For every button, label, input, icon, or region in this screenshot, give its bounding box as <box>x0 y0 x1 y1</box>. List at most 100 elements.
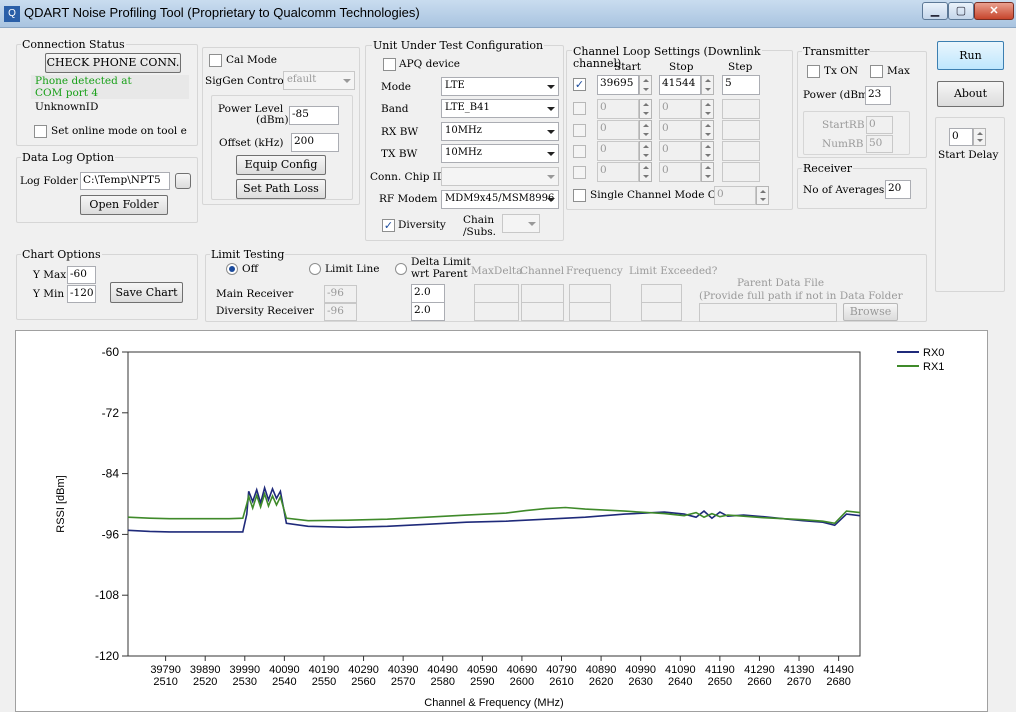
cal-mode-checkbox[interactable] <box>209 54 222 67</box>
x-tick-frequency-label: 2580 <box>430 676 454 688</box>
apq-device-checkbox[interactable] <box>383 58 396 71</box>
about-button[interactable]: About <box>937 81 1004 107</box>
channel-row-3-stop-spinner[interactable] <box>701 120 714 140</box>
main-receiver-delta[interactable]: 2.0 <box>411 284 445 303</box>
delta-limit-radio[interactable] <box>395 263 407 275</box>
x-tick-frequency-label: 2560 <box>351 676 375 688</box>
single-channel-mode-checkbox[interactable] <box>573 189 586 202</box>
channel-row-3-step[interactable] <box>722 120 760 140</box>
y-max-input[interactable]: -60 <box>67 266 96 284</box>
channel-row-4-checkbox[interactable] <box>573 145 586 158</box>
x-tick-channel-label: 40290 <box>348 664 379 676</box>
channel-row-3-stop[interactable]: 0 <box>659 120 701 140</box>
uut-config-title: Unit Under Test Configuration <box>372 39 545 52</box>
minimize-button[interactable]: ▁ <box>922 2 948 20</box>
equip-config-button[interactable]: Equip Config <box>236 155 326 175</box>
rx-bw-dropdown[interactable]: 10MHz <box>441 122 559 141</box>
log-folder-label: Log Folder <box>20 175 78 187</box>
channel-row-2-stop[interactable]: 0 <box>659 99 701 119</box>
channel-row-1-checkbox[interactable]: ✓ <box>573 78 586 91</box>
parent-file-title: Parent Data File <box>737 277 825 289</box>
single-channel-mode-spinner[interactable] <box>756 186 769 205</box>
channel-row-4-step[interactable] <box>722 141 760 161</box>
diversity-checkbox[interactable]: ✓ <box>382 219 395 232</box>
start-rb-input[interactable]: 0 <box>866 116 893 134</box>
save-chart-button[interactable]: Save Chart <box>110 282 183 303</box>
parent-file-input[interactable] <box>699 303 837 322</box>
channel-row-2-start[interactable]: 0 <box>597 99 639 119</box>
limit-line-radio[interactable] <box>309 263 321 275</box>
channel-row-4-start[interactable]: 0 <box>597 141 639 161</box>
tx-power-input[interactable]: 23 <box>865 86 891 105</box>
channel-row-1-start-spinner[interactable] <box>639 75 652 95</box>
tx-on-checkbox[interactable] <box>807 65 820 78</box>
main-receiver-limit[interactable]: -96 <box>324 285 357 303</box>
channel-row-5-checkbox[interactable] <box>573 166 586 179</box>
single-channel-mode-input[interactable]: 0 <box>714 186 756 205</box>
power-level-input[interactable]: -85 <box>289 106 339 125</box>
start-delay-input[interactable]: 0 <box>949 128 973 146</box>
x-tick-channel-label: 41290 <box>744 664 775 676</box>
x-tick-frequency-label: 2600 <box>510 676 534 688</box>
x-tick-channel-label: 40390 <box>388 664 419 676</box>
max-checkbox[interactable] <box>870 65 883 78</box>
averages-input[interactable]: 20 <box>885 180 911 199</box>
apq-device-label: APQ device <box>399 58 460 70</box>
channel-row-5-start-spinner[interactable] <box>639 162 652 182</box>
channel-row-4-start-spinner[interactable] <box>639 141 652 161</box>
channel-row-3-start-spinner[interactable] <box>639 120 652 140</box>
channel-row-1-step[interactable]: 5 <box>722 75 760 95</box>
channel-row-2-step[interactable] <box>722 99 760 119</box>
limit-off-radio[interactable] <box>226 263 238 275</box>
x-tick-frequency-label: 2610 <box>549 676 573 688</box>
open-folder-button[interactable]: Open Folder <box>80 195 168 215</box>
channel-row-2-checkbox[interactable] <box>573 102 586 115</box>
maxdelta-cell-1 <box>474 284 519 303</box>
mode-dropdown[interactable]: LTE <box>441 77 559 96</box>
y-tick-label: -120 <box>95 649 119 663</box>
check-phone-conn-button[interactable]: CHECK PHONE CONN. <box>45 53 181 73</box>
rf-modem-dropdown[interactable]: MDM9x45/MSM8996 <box>441 190 559 209</box>
close-button[interactable]: ✕ <box>974 2 1014 20</box>
x-tick-frequency-label: 2530 <box>233 676 257 688</box>
start-delay-spinner[interactable] <box>973 128 986 146</box>
channel-row-5-start[interactable]: 0 <box>597 162 639 182</box>
y-min-input[interactable]: -120 <box>67 285 96 303</box>
set-path-loss-button[interactable]: Set Path Loss <box>236 179 326 199</box>
band-dropdown[interactable]: LTE_B41 <box>441 99 559 118</box>
diversity-receiver-delta[interactable]: 2.0 <box>411 302 445 321</box>
conn-chip-id-dropdown[interactable] <box>441 167 559 186</box>
log-folder-input[interactable]: C:\Temp\NPT5 <box>80 172 170 190</box>
offset-input[interactable]: 200 <box>291 133 339 152</box>
legend-rx0-label: RX0 <box>923 347 944 359</box>
channel-row-4-stop-spinner[interactable] <box>701 141 714 161</box>
siggen-control-dropdown[interactable]: efault <box>283 71 355 90</box>
x-tick-frequency-label: 2590 <box>470 676 494 688</box>
diversity-receiver-limit[interactable]: -96 <box>324 303 357 321</box>
channel-row-5-stop-spinner[interactable] <box>701 162 714 182</box>
x-tick-channel-label: 39990 <box>229 664 260 676</box>
num-rb-input[interactable]: 50 <box>866 135 893 153</box>
tx-bw-value: 10MHz <box>445 147 482 158</box>
band-label: Band <box>381 103 409 115</box>
maximize-button[interactable]: ▢ <box>948 2 974 20</box>
channel-row-1-stop[interactable]: 41544 <box>659 75 701 95</box>
channel-row-4-stop[interactable]: 0 <box>659 141 701 161</box>
data-log-title: Data Log Option <box>21 151 116 164</box>
channel-row-1-stop-spinner[interactable] <box>701 75 714 95</box>
browse-button[interactable]: Browse <box>843 303 898 321</box>
online-mode-checkbox[interactable] <box>34 125 47 138</box>
channel-row-5-step[interactable] <box>722 162 760 182</box>
com-port-text: COM port 4 <box>35 87 99 99</box>
channel-row-3-start[interactable]: 0 <box>597 120 639 140</box>
channel-row-2-stop-spinner[interactable] <box>701 99 714 119</box>
chain-subs-dropdown[interactable] <box>502 214 540 233</box>
chevron-down-icon <box>547 106 555 111</box>
channel-row-3-checkbox[interactable] <box>573 124 586 137</box>
tx-bw-dropdown[interactable]: 10MHz <box>441 144 559 163</box>
channel-row-1-start[interactable]: 39695 <box>597 75 639 95</box>
channel-row-5-stop[interactable]: 0 <box>659 162 701 182</box>
run-button[interactable]: Run <box>937 41 1004 70</box>
channel-row-2-start-spinner[interactable] <box>639 99 652 119</box>
browse-folder-button[interactable] <box>175 173 191 189</box>
